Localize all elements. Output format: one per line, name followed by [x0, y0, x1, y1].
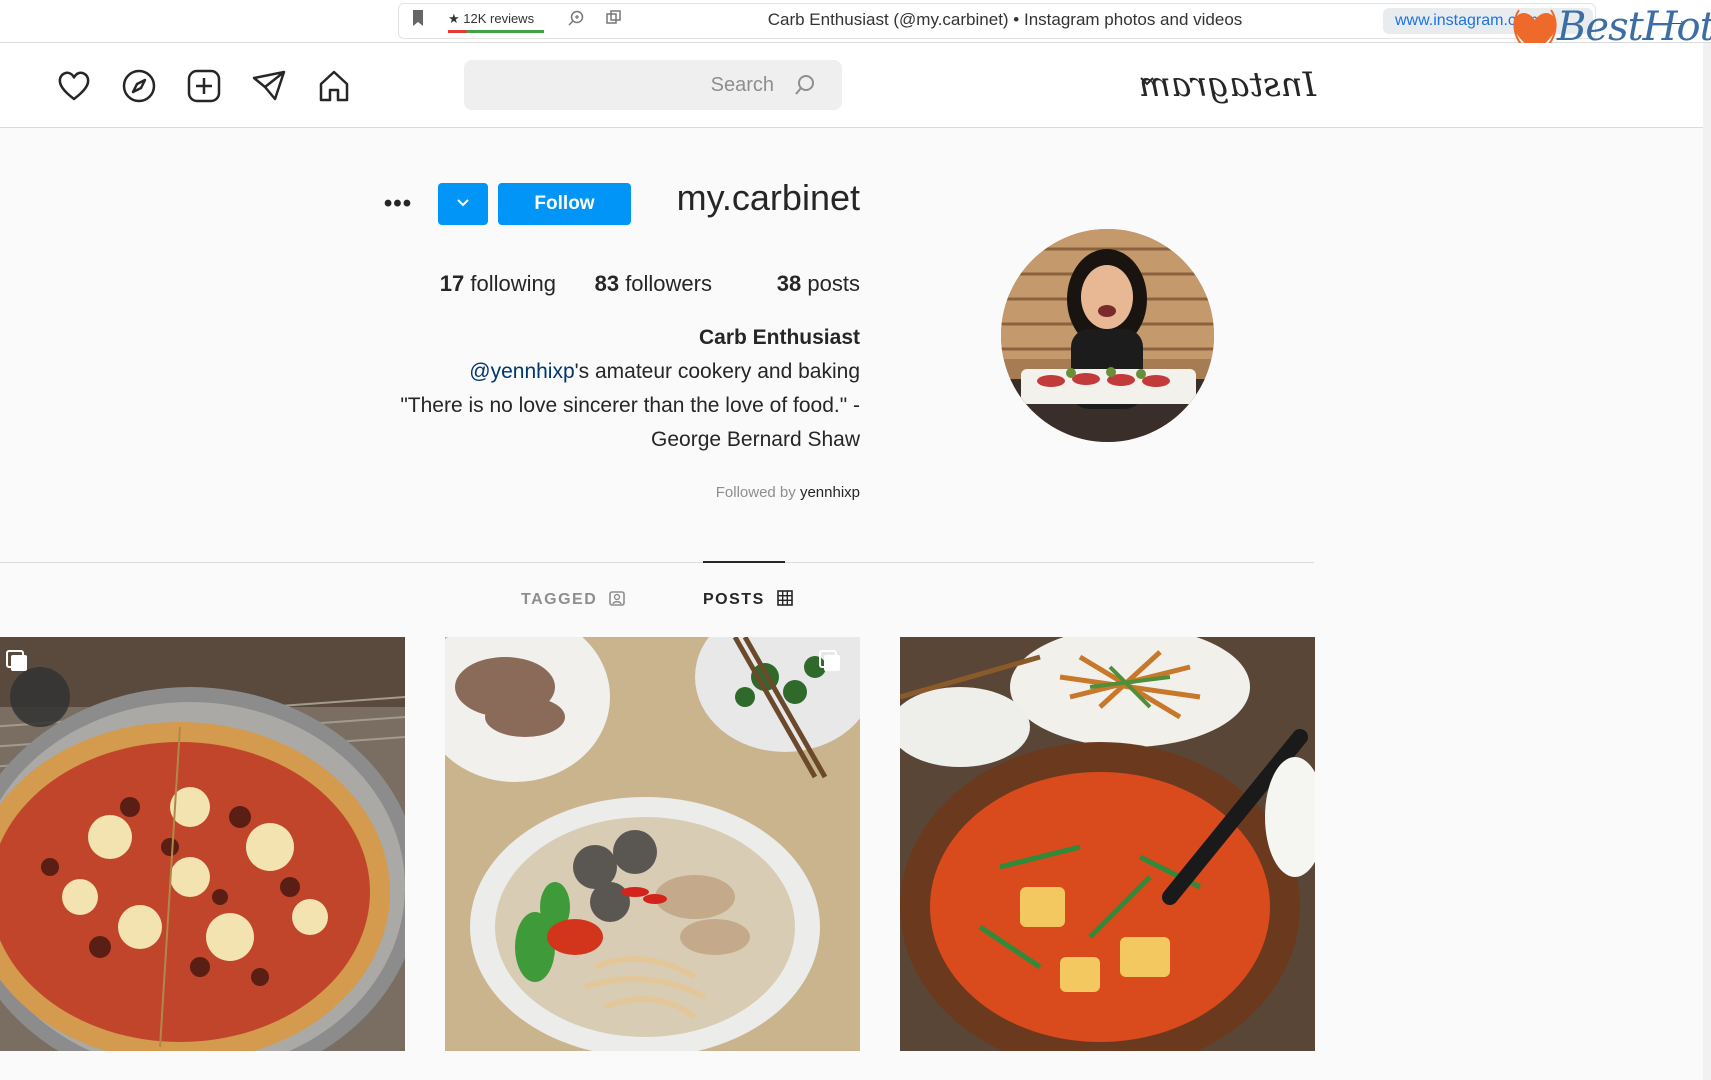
chevron-down-icon	[457, 198, 469, 206]
page-title: Carb Enthusiast (@my.carbinet) • Instagr…	[767, 10, 1243, 29]
tab-posts[interactable]: POSTS	[703, 582, 793, 618]
search-icon	[794, 74, 816, 96]
followed-by-user[interactable]: yennhixp	[800, 484, 860, 501]
active-tab-indicator	[703, 561, 785, 563]
following-count: 17	[439, 271, 465, 296]
activity-heart-icon[interactable]	[56, 68, 92, 104]
direct-icon[interactable]	[251, 68, 287, 104]
tabs-divider	[0, 562, 1314, 563]
bio-line-1-text: 's amateur cookery and baking	[574, 360, 860, 383]
post-image-kimchi-stew	[900, 637, 1315, 1051]
profile-stats: 38 posts 83 followers 17 following	[416, 271, 860, 301]
multiple-photos-icon	[4, 649, 30, 673]
bio-line-3: George Bernard Shaw	[651, 428, 860, 451]
following-count-stat[interactable]: 17 following	[440, 271, 556, 297]
profile-username: my.carbinet	[676, 177, 860, 218]
profile-full-name: Carb Enthusiast	[698, 326, 860, 349]
search-input[interactable]	[464, 60, 842, 110]
post-thumbnail[interactable]	[445, 637, 860, 1051]
followed-by-label: Followed by	[715, 484, 796, 501]
followed-by[interactable]: Followed by yennhixp	[500, 484, 860, 501]
grid-icon	[776, 590, 793, 606]
page-scrollbar[interactable]	[1703, 43, 1711, 1080]
zoom-icon[interactable]	[565, 9, 587, 31]
copy-icon[interactable]	[603, 9, 625, 31]
more-options-button[interactable]: •••	[380, 186, 416, 222]
post-thumbnail[interactable]	[900, 637, 1315, 1051]
tab-tagged[interactable]: TAGGED	[521, 582, 626, 618]
suggested-dropdown-button[interactable]	[438, 183, 488, 225]
instagram-header: Instagram	[0, 43, 1703, 128]
posts-count: 38	[776, 271, 802, 296]
bio-mention-link[interactable]: @yennhixp	[469, 360, 574, 383]
post-thumbnail[interactable]	[0, 637, 405, 1051]
profile-avatar[interactable]	[1001, 229, 1214, 442]
posts-tab-label: POSTS	[703, 591, 765, 608]
post-image-pizza	[0, 637, 405, 1051]
tagged-tab-label: TAGGED	[521, 591, 598, 608]
new-post-icon[interactable]	[186, 68, 222, 104]
bookmark-icon[interactable]	[407, 9, 429, 31]
followers-count-stat[interactable]: 83 followers	[595, 271, 712, 297]
profile-section: my.carbinet Follow ••• 38 posts 83 follo…	[0, 128, 1314, 558]
reviews-badge[interactable]: ★ 12K reviews	[448, 10, 544, 33]
post-image-noodle-soup	[445, 637, 860, 1051]
posts-count-stat[interactable]: 38 posts	[777, 271, 860, 297]
followers-label: followers	[625, 271, 712, 296]
instagram-logo[interactable]: Instagram	[1139, 63, 1316, 107]
posts-label: posts	[807, 271, 860, 296]
browser-toolbar: www.instagram.com Carb Enthusiast (@my.c…	[0, 0, 1711, 53]
chevron-down-icon[interactable]	[1137, 71, 1157, 91]
explore-icon[interactable]	[121, 68, 157, 104]
bio-line-1: @yennhixp's amateur cookery and baking	[360, 360, 860, 384]
following-label: following	[470, 271, 556, 296]
followers-count: 83	[594, 271, 620, 296]
search-box[interactable]	[464, 60, 842, 110]
multiple-photos-icon	[817, 649, 843, 673]
bio-line-2: "There is no love sincerer than the love…	[400, 394, 860, 417]
follow-button[interactable]: Follow	[498, 183, 631, 225]
home-icon[interactable]	[316, 68, 352, 104]
tagged-person-icon	[609, 591, 626, 606]
